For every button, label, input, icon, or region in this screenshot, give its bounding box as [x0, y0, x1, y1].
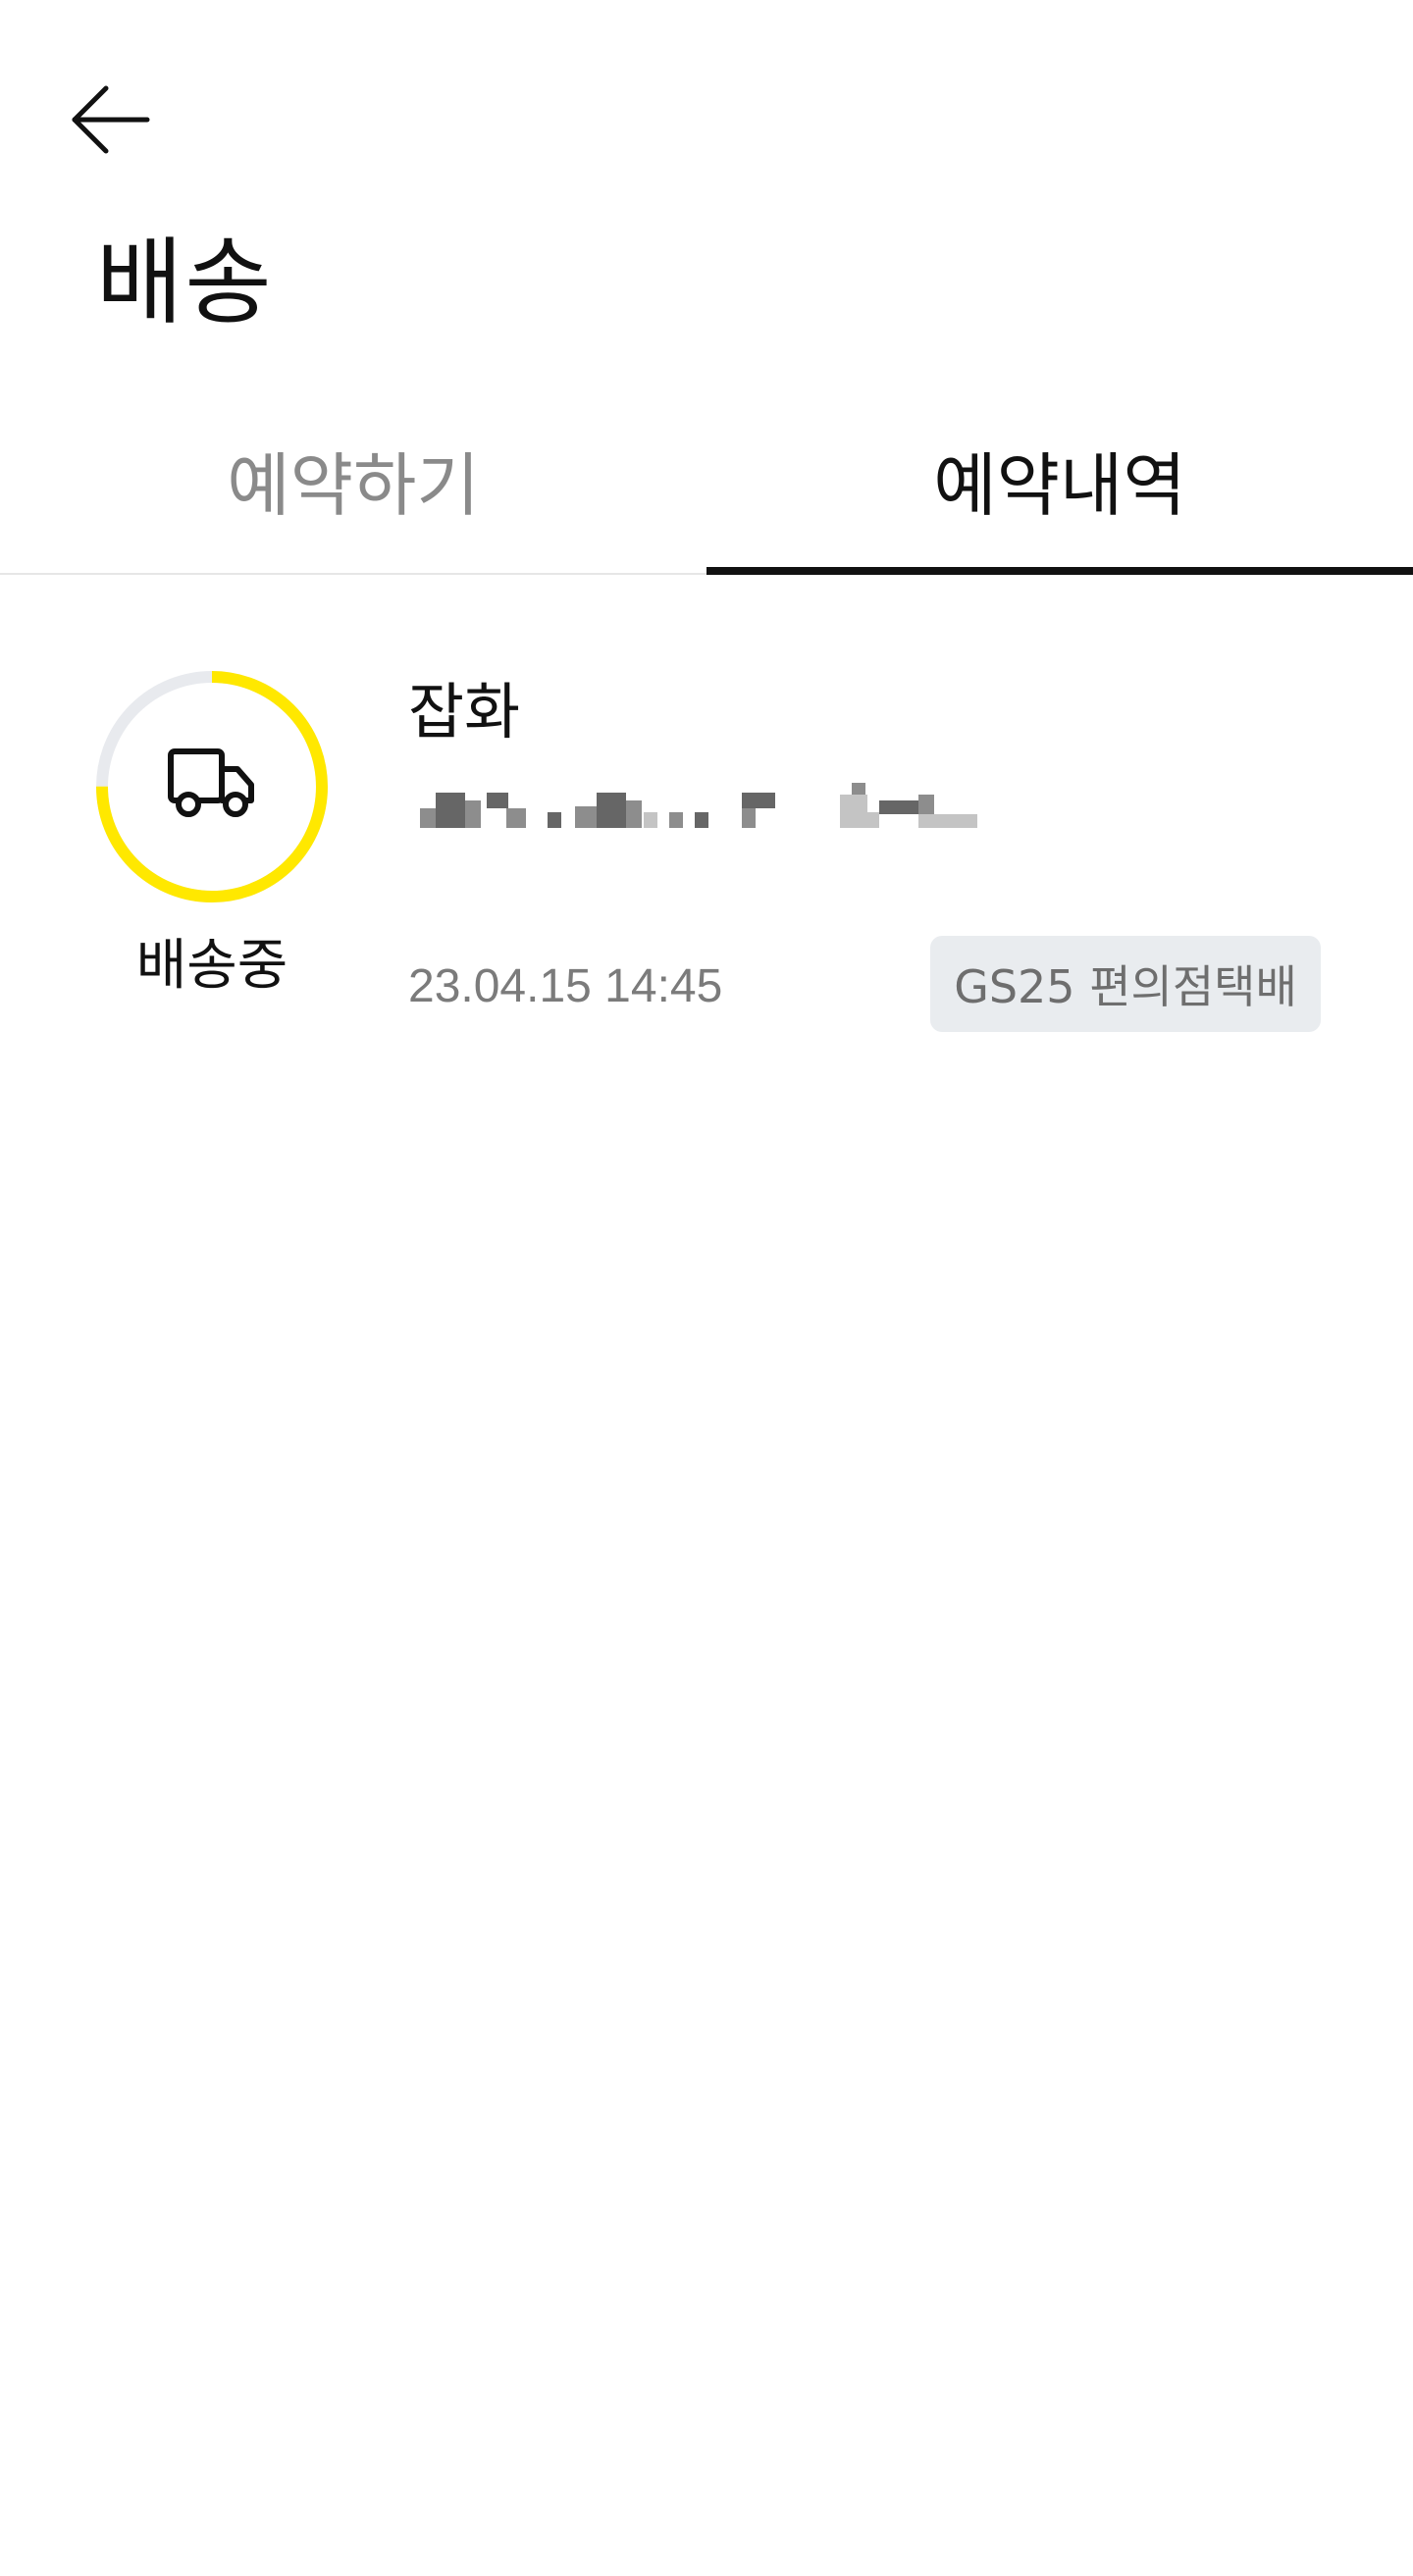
- delivery-status-label: 배송중: [135, 934, 288, 998]
- reservation-list-item[interactable]: 배송중 잡화 23.04.15 14:45 GS25 편의점택배: [0, 647, 1413, 1040]
- truck-icon: [168, 748, 254, 817]
- app-header: 배송: [0, 0, 1413, 392]
- service-type-badge: GS25 편의점택배: [930, 936, 1321, 1032]
- page-title: 배송: [96, 228, 274, 337]
- delivery-progress-ring: [92, 667, 332, 906]
- arrow-left-icon: [72, 85, 150, 154]
- tab-reservation-history[interactable]: 예약내역: [706, 412, 1413, 575]
- back-button[interactable]: [49, 67, 171, 173]
- tab-make-reservation[interactable]: 예약하기: [0, 412, 706, 573]
- tab-bar: 예약하기 예약내역: [0, 412, 1413, 575]
- reservation-datetime: 23.04.15 14:45: [408, 960, 723, 1012]
- masked-address: [408, 783, 997, 838]
- item-name: 잡화: [408, 676, 521, 747]
